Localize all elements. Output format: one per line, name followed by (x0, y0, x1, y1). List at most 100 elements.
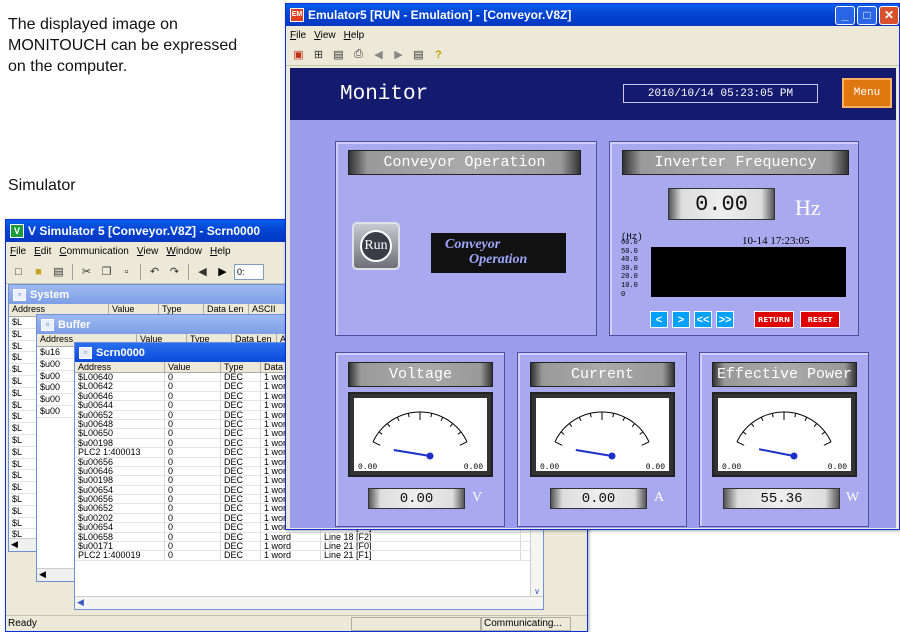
op-line-1: Conveyor (445, 237, 501, 252)
power-unit: W (846, 490, 860, 505)
cell-address: $u00171 (75, 542, 165, 551)
cell-data: 1 word (261, 551, 321, 560)
screen-list-icon[interactable]: ▤ (410, 46, 427, 63)
gauge-needle (758, 448, 795, 457)
cell-address: $u00654 (75, 485, 165, 495)
cut-icon[interactable]: ✂ (78, 263, 95, 280)
table-row[interactable]: $u00171 0 DEC 1 word Line 21 [F0] (75, 542, 543, 552)
menu-window[interactable]: Window (166, 246, 202, 257)
nav-prev-button[interactable]: < (650, 311, 668, 328)
maximize-icon[interactable]: □ (857, 5, 877, 25)
cell-address: $u00646 (75, 466, 165, 476)
voltage-value: 0.00 (368, 488, 465, 509)
cell-type: DEC (221, 532, 261, 542)
gauge-tick (378, 431, 383, 435)
menu-edit[interactable]: Edit (34, 246, 51, 257)
cell-type: DEC (221, 419, 261, 429)
status-pane (351, 616, 481, 631)
table-row[interactable]: $L00658 0 DEC 1 word Line 18 [F2] (75, 532, 543, 543)
emulator-title: Emulator5 [RUN - Emulation] - [Conveyor.… (308, 8, 572, 22)
paste-icon[interactable]: ▫ (118, 263, 135, 280)
print-icon[interactable]: ⎙ (350, 46, 367, 63)
undo-icon[interactable]: ↶ (146, 263, 163, 280)
col-type[interactable]: Type (221, 362, 261, 372)
menu-help[interactable]: Help (210, 246, 231, 257)
gauge-tick (568, 423, 573, 427)
system-titlebar[interactable]: ▫ System (9, 285, 307, 304)
redo-icon[interactable]: ↷ (166, 263, 183, 280)
cell-data: 1 word (261, 532, 321, 542)
menu-help[interactable]: Help (344, 30, 365, 41)
nav-last-button[interactable]: >> (716, 311, 734, 328)
new-icon[interactable]: □ (10, 263, 27, 280)
help-icon[interactable]: ? (430, 46, 447, 63)
cell-address: $L00640 (75, 373, 165, 382)
save-icon[interactable]: ▤ (50, 263, 67, 280)
screen-icon[interactable]: ▣ (290, 46, 307, 63)
cell-value: 0 (165, 391, 221, 401)
run-button[interactable]: Run (352, 222, 400, 270)
grid-icon[interactable]: ⊞ (310, 46, 327, 63)
system-title: System (30, 288, 70, 301)
copy-icon[interactable]: ❐ (98, 263, 115, 280)
buffer-title: Buffer (58, 318, 91, 331)
hmi-header: Monitor 2010/10/14 05:23:05 PM Menu (290, 68, 896, 120)
cell-value: 0 (165, 551, 221, 560)
cell-value: 0 (165, 419, 221, 429)
menu-communication[interactable]: Communication (59, 246, 129, 257)
cell-type: DEC (221, 485, 261, 495)
nav-next-button[interactable]: > (672, 311, 690, 328)
col-value[interactable]: Value (165, 362, 221, 372)
gauge-hub (790, 452, 798, 460)
nav-first-button[interactable]: << (694, 311, 712, 328)
trend-time: 10-14 17:23:05 (742, 235, 810, 247)
simulator-title: V Simulator 5 [Conveyor.V8Z] - Scrn0000 (28, 224, 261, 238)
cell-value: 0 (165, 466, 221, 476)
emulator-titlebar[interactable]: EM Emulator5 [RUN - Emulation] - [Convey… (286, 4, 899, 26)
prev-icon[interactable]: ◀ (370, 46, 387, 63)
cell-comment: Line 18 [F2] (321, 532, 521, 542)
table-row[interactable]: PLC2 1:400019 0 DEC 1 word Line 21 [F1] (75, 551, 543, 561)
inverter-label: Inverter Frequency (622, 150, 849, 175)
close-icon[interactable]: ✕ (879, 5, 899, 25)
gauge-needle (393, 449, 431, 457)
menu-view[interactable]: View (137, 246, 159, 257)
gauge-tick (459, 441, 468, 446)
description-line-3: on the computer. (8, 58, 128, 75)
gauge-max-label: 0.00 (646, 463, 665, 471)
menu-button[interactable]: Menu (842, 78, 892, 108)
simulator-statusbar: Ready Communicating... (6, 615, 587, 631)
reset-button[interactable]: RESET (800, 311, 840, 328)
gauge-tick (821, 431, 826, 435)
cell-value: 0 (165, 504, 221, 513)
voltage-meter: 0.00 0.00 (348, 392, 493, 477)
cell-type: DEC (221, 523, 261, 532)
scrn-hscroll[interactable]: ◀ (75, 596, 543, 609)
next-icon[interactable]: ▶ (390, 46, 407, 63)
display-icon[interactable]: ▤ (330, 46, 347, 63)
minimize-icon[interactable]: _ (835, 5, 855, 25)
toolbar-combo[interactable]: 0: (234, 263, 264, 280)
gauge-tick (578, 417, 582, 422)
menu-view[interactable]: View (314, 30, 336, 41)
cell-address: $u00202 (75, 513, 165, 523)
status-communicating: Communicating... (481, 616, 571, 631)
cell-type: DEC (221, 476, 261, 485)
power-meter: 0.00 0.00 (712, 392, 857, 477)
voltage-gauge: 0.00 0.00 (358, 411, 483, 472)
return-button[interactable]: RETURN (754, 311, 794, 328)
voltage-unit: V (472, 490, 483, 505)
open-folder-icon[interactable]: ■ (30, 263, 47, 280)
trend-axis: 60.0 50.0 40.0 30.0 20.0 10.0 0 (621, 239, 651, 304)
gauge-min-label: 0.00 (358, 463, 377, 471)
menu-file[interactable]: File (290, 30, 306, 41)
play-icon[interactable]: ▶ (214, 263, 231, 280)
gauge-tick (554, 441, 563, 446)
cell-type: DEC (221, 542, 261, 551)
step-back-icon[interactable]: ◀ (194, 263, 211, 280)
gauge-hub (608, 452, 616, 460)
col-address[interactable]: Address (75, 362, 165, 372)
menu-file[interactable]: File (10, 246, 26, 257)
cell-type: DEC (221, 373, 261, 382)
cell-address: $u00652 (75, 504, 165, 513)
